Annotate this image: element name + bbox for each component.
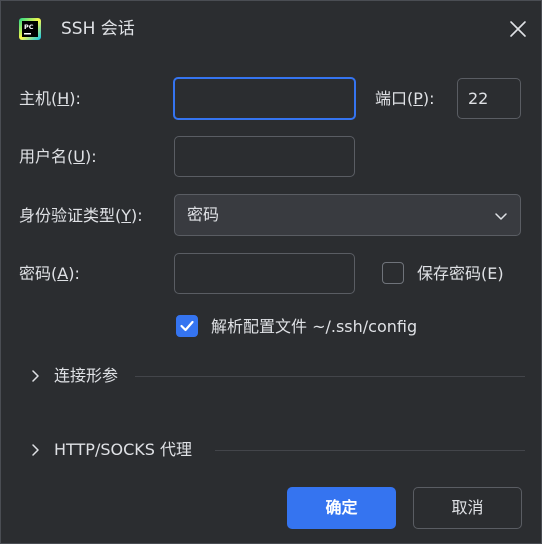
checkmark-icon [180,320,194,332]
pycharm-icon: PC [19,18,41,40]
auth-type-select[interactable]: 密码 [174,194,521,236]
title-bar: PC SSH 会话 [1,1,541,59]
svg-text:PC: PC [24,23,34,31]
save-password-label: 保存密码(E) [417,264,504,283]
section-label: HTTP/SOCKS 代理 [54,440,192,459]
section-divider [215,450,525,451]
cancel-button[interactable]: 取消 [413,487,522,529]
parse-config-label: 解析配置文件 ~/.ssh/config [211,317,418,336]
username-label: 用户名(U): [19,147,97,166]
auth-type-value: 密码 [187,205,220,224]
host-input[interactable] [173,77,356,120]
username-input[interactable] [174,136,355,177]
password-input[interactable] [174,253,355,294]
auth-type-label: 身份验证类型(Y): [19,206,143,225]
parse-config-checkbox[interactable] [176,315,198,337]
port-label: 端口(P): [375,89,435,108]
save-password-checkbox[interactable] [382,262,404,284]
chevron-right-icon [29,368,43,388]
section-label: 连接形参 [54,366,119,385]
section-divider [135,376,525,377]
ok-button[interactable]: 确定 [287,487,396,529]
chevron-down-icon [493,208,509,228]
chevron-right-icon [29,442,43,462]
ssh-session-dialog: PC SSH 会话 主机(H): 端口(P): 用户名(U): 身份验证类型(Y… [0,0,542,544]
host-label: 主机(H): [19,89,81,108]
close-icon[interactable] [506,17,530,41]
password-label: 密码(A): [19,264,80,283]
port-input[interactable] [457,78,521,119]
dialog-title: SSH 会话 [61,19,135,39]
